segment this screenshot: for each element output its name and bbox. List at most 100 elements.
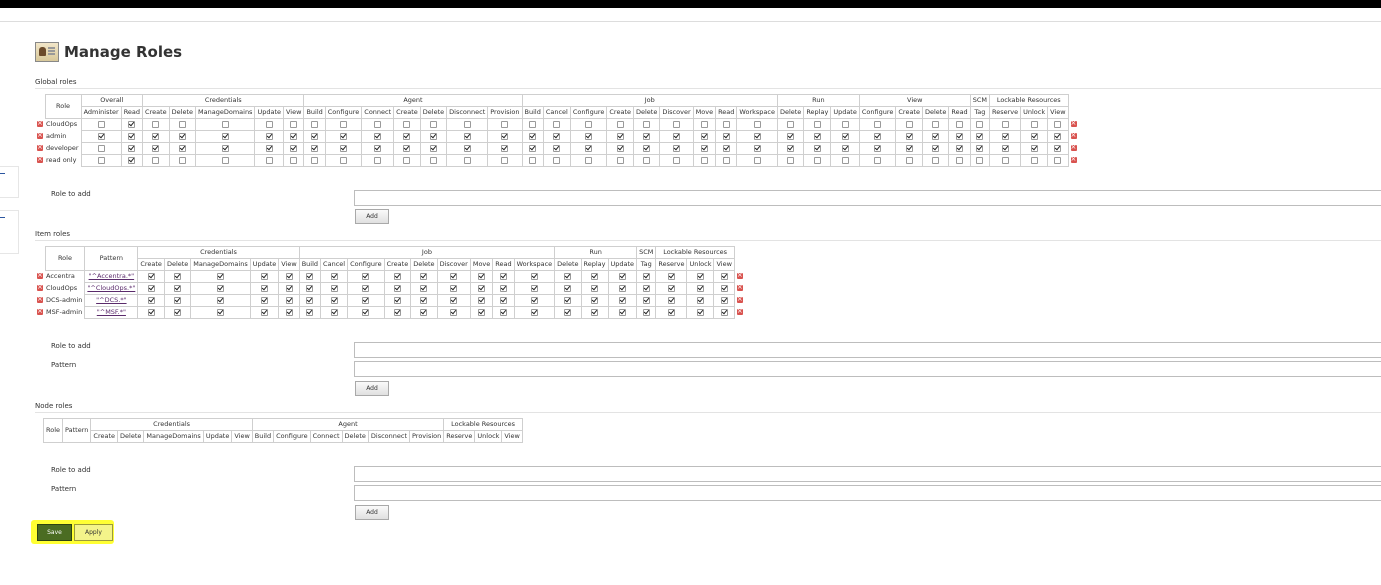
delete-icon[interactable]: [37, 306, 43, 317]
checkbox-icon[interactable]: [501, 120, 509, 128]
checkbox-icon[interactable]: [128, 132, 136, 140]
checkbox-icon[interactable]: [530, 272, 538, 280]
checkbox-icon[interactable]: [696, 296, 704, 304]
item-role-to-add-input[interactable]: [354, 342, 1381, 358]
checkbox-icon[interactable]: [450, 296, 458, 304]
checkbox-icon[interactable]: [97, 144, 105, 152]
checkbox-icon[interactable]: [97, 156, 105, 164]
checkbox-icon[interactable]: [261, 272, 268, 280]
checkbox-icon[interactable]: [976, 144, 984, 152]
delete-icon[interactable]: [1070, 130, 1077, 141]
checkbox-icon[interactable]: [1001, 120, 1009, 128]
checkbox-icon[interactable]: [667, 272, 675, 280]
checkbox-icon[interactable]: [956, 144, 964, 152]
checkbox-icon[interactable]: [841, 120, 849, 128]
delete-icon[interactable]: [37, 130, 43, 141]
checkbox-icon[interactable]: [147, 296, 155, 304]
checkbox-icon[interactable]: [463, 132, 471, 140]
checkbox-icon[interactable]: [700, 156, 708, 164]
checkbox-icon[interactable]: [463, 120, 471, 128]
global-role-to-add-input[interactable]: [354, 190, 1381, 206]
checkbox-icon[interactable]: [420, 308, 428, 316]
checkbox-icon[interactable]: [499, 308, 507, 316]
item-add-button[interactable]: Add: [355, 381, 389, 396]
checkbox-icon[interactable]: [290, 132, 298, 140]
checkbox-icon[interactable]: [976, 120, 984, 128]
checkbox-icon[interactable]: [265, 132, 273, 140]
checkbox-icon[interactable]: [722, 132, 730, 140]
checkbox-icon[interactable]: [696, 308, 704, 316]
checkbox-icon[interactable]: [932, 132, 940, 140]
checkbox-icon[interactable]: [564, 272, 572, 280]
checkbox-icon[interactable]: [311, 156, 319, 164]
checkbox-icon[interactable]: [128, 144, 136, 152]
checkbox-icon[interactable]: [529, 132, 537, 140]
checkbox-icon[interactable]: [290, 156, 298, 164]
checkbox-icon[interactable]: [478, 284, 486, 292]
checkbox-icon[interactable]: [841, 132, 849, 140]
checkbox-icon[interactable]: [700, 132, 708, 140]
checkbox-icon[interactable]: [673, 156, 680, 164]
checkbox-icon[interactable]: [616, 156, 624, 164]
delete-icon[interactable]: [1070, 154, 1077, 165]
checkbox-icon[interactable]: [450, 284, 458, 292]
checkbox-icon[interactable]: [1030, 156, 1038, 164]
checkbox-icon[interactable]: [564, 284, 572, 292]
checkbox-icon[interactable]: [178, 120, 186, 128]
checkbox-icon[interactable]: [340, 156, 348, 164]
checkbox-icon[interactable]: [564, 308, 572, 316]
checkbox-icon[interactable]: [499, 284, 507, 292]
checkbox-icon[interactable]: [362, 296, 370, 304]
checkbox-icon[interactable]: [667, 308, 675, 316]
checkbox-icon[interactable]: [174, 272, 182, 280]
checkbox-icon[interactable]: [813, 144, 821, 152]
checkbox-icon[interactable]: [932, 144, 940, 152]
delete-icon[interactable]: [37, 118, 43, 129]
checkbox-icon[interactable]: [591, 272, 599, 280]
checkbox-icon[interactable]: [393, 296, 401, 304]
checkbox-icon[interactable]: [152, 132, 160, 140]
checkbox-icon[interactable]: [529, 144, 537, 152]
checkbox-icon[interactable]: [643, 120, 651, 128]
checkbox-icon[interactable]: [420, 272, 428, 280]
checkbox-icon[interactable]: [642, 284, 650, 292]
checkbox-icon[interactable]: [374, 156, 382, 164]
checkbox-icon[interactable]: [553, 120, 561, 128]
checkbox-icon[interactable]: [722, 120, 730, 128]
checkbox-icon[interactable]: [311, 132, 319, 140]
checkbox-icon[interactable]: [530, 284, 538, 292]
checkbox-icon[interactable]: [403, 132, 411, 140]
checkbox-icon[interactable]: [905, 132, 913, 140]
checkbox-icon[interactable]: [753, 156, 761, 164]
checkbox-icon[interactable]: [429, 144, 437, 152]
save-button[interactable]: Save: [37, 524, 72, 541]
checkbox-icon[interactable]: [128, 120, 136, 128]
checkbox-icon[interactable]: [667, 296, 675, 304]
checkbox-icon[interactable]: [374, 120, 382, 128]
checkbox-icon[interactable]: [813, 132, 821, 140]
checkbox-icon[interactable]: [585, 144, 593, 152]
checkbox-icon[interactable]: [221, 156, 229, 164]
global-add-button[interactable]: Add: [355, 209, 389, 224]
delete-icon[interactable]: [736, 306, 743, 317]
checkbox-icon[interactable]: [174, 284, 182, 292]
checkbox-icon[interactable]: [841, 156, 849, 164]
checkbox-icon[interactable]: [1001, 132, 1009, 140]
checkbox-icon[interactable]: [501, 144, 509, 152]
checkbox-icon[interactable]: [905, 156, 913, 164]
checkbox-icon[interactable]: [450, 308, 458, 316]
node-role-to-add-input[interactable]: [354, 466, 1381, 482]
checkbox-icon[interactable]: [1054, 120, 1062, 128]
checkbox-icon[interactable]: [147, 272, 155, 280]
checkbox-icon[interactable]: [217, 308, 225, 316]
checkbox-icon[interactable]: [393, 272, 401, 280]
checkbox-icon[interactable]: [591, 296, 599, 304]
side-panel-stub[interactable]: [0, 166, 19, 198]
checkbox-icon[interactable]: [642, 296, 650, 304]
checkbox-icon[interactable]: [618, 284, 626, 292]
checkbox-icon[interactable]: [499, 296, 507, 304]
checkbox-icon[interactable]: [976, 132, 984, 140]
checkbox-icon[interactable]: [217, 272, 225, 280]
item-pattern-input[interactable]: [354, 361, 1381, 377]
checkbox-icon[interactable]: [1054, 132, 1062, 140]
